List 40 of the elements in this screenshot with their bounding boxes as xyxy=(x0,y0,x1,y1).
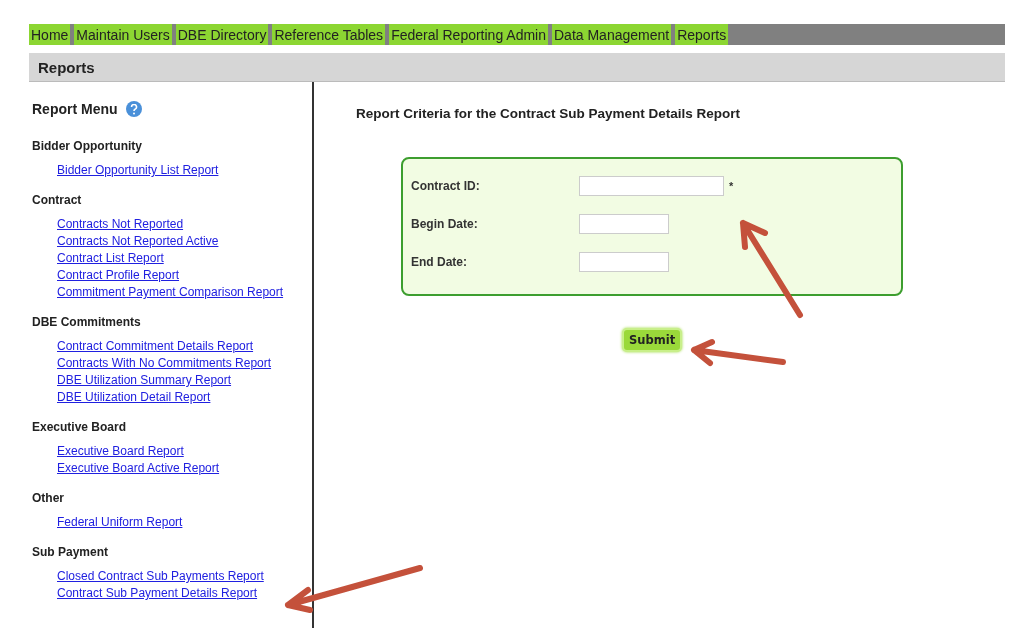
report-link[interactable]: Contract Profile Report xyxy=(57,267,180,284)
input-field[interactable] xyxy=(579,214,669,234)
input-field[interactable] xyxy=(579,176,724,196)
required-mark: * xyxy=(729,180,734,192)
nav-tab[interactable]: Home xyxy=(29,24,71,45)
nav-tab[interactable]: Reports xyxy=(675,24,729,45)
help-icon[interactable] xyxy=(125,101,142,117)
report-link[interactable]: Contract Sub Payment Details Report xyxy=(57,585,258,602)
section-heading: Other xyxy=(32,491,65,505)
field-label: Contract ID: xyxy=(411,179,481,193)
input-field[interactable] xyxy=(579,252,669,272)
report-link[interactable]: Executive Board Report xyxy=(57,443,184,460)
report-link[interactable]: Contracts Not Reported xyxy=(57,216,184,233)
section-heading: Bidder Opportunity xyxy=(32,139,143,153)
page-title: Reports xyxy=(38,58,95,76)
section-heading: Sub Payment xyxy=(32,545,110,559)
menu-title: Report Menu xyxy=(32,101,118,117)
field-label: End Date: xyxy=(411,255,468,269)
nav-tab[interactable]: Reference Tables xyxy=(272,24,386,45)
report-link[interactable]: Bidder Opportunity List Report xyxy=(57,162,219,179)
report-link[interactable]: Contracts With No Commitments Report xyxy=(57,355,272,372)
section-heading: DBE Commitments xyxy=(32,315,142,329)
report-link[interactable]: Federal Uniform Report xyxy=(57,514,183,531)
submit-button[interactable]: Submit xyxy=(622,328,683,352)
section-heading: Executive Board xyxy=(32,420,128,434)
report-link[interactable]: Commitment Payment Comparison Report xyxy=(57,284,284,301)
report-link[interactable]: DBE Utilization Detail Report xyxy=(57,389,211,406)
criteria-title: Report Criteria for the Contract Sub Payment Details Report xyxy=(356,106,742,121)
nav-tab[interactable]: Maintain Users xyxy=(74,24,172,45)
field-label: Begin Date: xyxy=(411,217,479,231)
report-link[interactable]: Contract List Report xyxy=(57,250,164,267)
nav-tab[interactable]: DBE Directory xyxy=(175,24,269,45)
section-heading: Contract xyxy=(32,193,83,207)
report-link[interactable]: Contract Commitment Details Report xyxy=(57,338,254,355)
report-link[interactable]: Contracts Not Reported Active xyxy=(57,233,219,250)
report-link[interactable]: DBE Utilization Summary Report xyxy=(57,372,232,389)
nav-tab[interactable]: Federal Reporting Admin xyxy=(389,24,548,45)
nav-tab[interactable]: Data Management xyxy=(552,24,672,45)
report-link[interactable]: Executive Board Active Report xyxy=(57,460,220,477)
report-link[interactable]: Closed Contract Sub Payments Report xyxy=(57,568,264,585)
